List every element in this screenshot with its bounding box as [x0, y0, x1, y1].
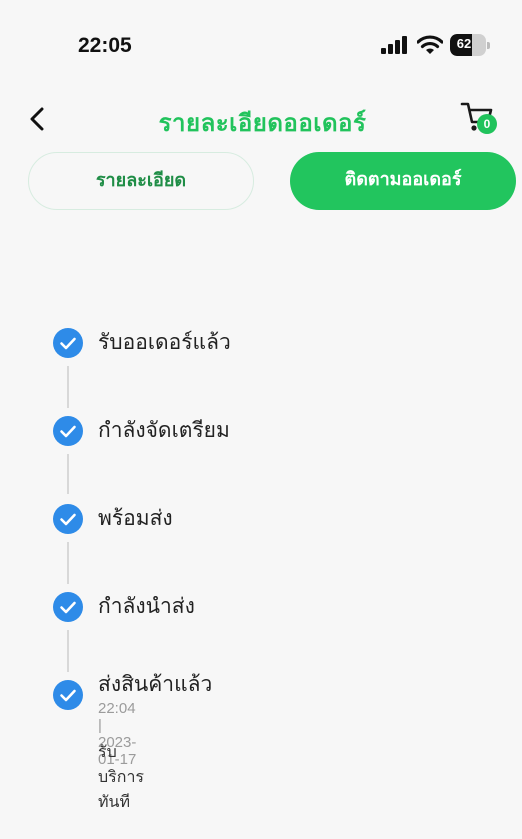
check-circle-icon	[53, 592, 83, 622]
step-label-delivered: ส่งสินค้าแล้ว	[98, 672, 213, 696]
signal-icon	[381, 36, 407, 54]
check-circle-icon	[53, 680, 83, 710]
timeline-connector	[67, 630, 69, 672]
check-circle-icon	[53, 504, 83, 534]
battery-level-text: 62	[456, 36, 472, 51]
tab-order-tracking[interactable]: ติดตามออเดอร์	[290, 152, 516, 210]
check-circle-icon	[53, 328, 83, 358]
cart-button[interactable]: 0	[460, 100, 500, 138]
back-button[interactable]	[24, 104, 54, 134]
status-time: 22:05	[78, 34, 132, 57]
step-label-received: รับออเดอร์แล้ว	[98, 330, 231, 354]
check-circle-icon	[53, 416, 83, 446]
battery-icon: 62	[450, 34, 490, 56]
page-title: รายละเอียดออเดอร์	[158, 109, 367, 137]
step-note: รับบริการทันที	[98, 742, 145, 811]
chevron-left-icon	[30, 107, 44, 131]
timeline-connector	[67, 542, 69, 584]
cart-badge: 0	[477, 114, 497, 134]
tab-details[interactable]: รายละเอียด	[28, 152, 254, 210]
status-bar: 22:05 62	[0, 0, 522, 80]
wifi-icon	[417, 35, 443, 54]
step-label-delivering: กำลังนำส่ง	[98, 594, 195, 618]
timeline-connector	[67, 454, 69, 494]
step-label-preparing: กำลังจัดเตรียม	[98, 418, 230, 442]
step-label-ready: พร้อมส่ง	[98, 506, 173, 530]
timeline-connector	[67, 366, 69, 408]
